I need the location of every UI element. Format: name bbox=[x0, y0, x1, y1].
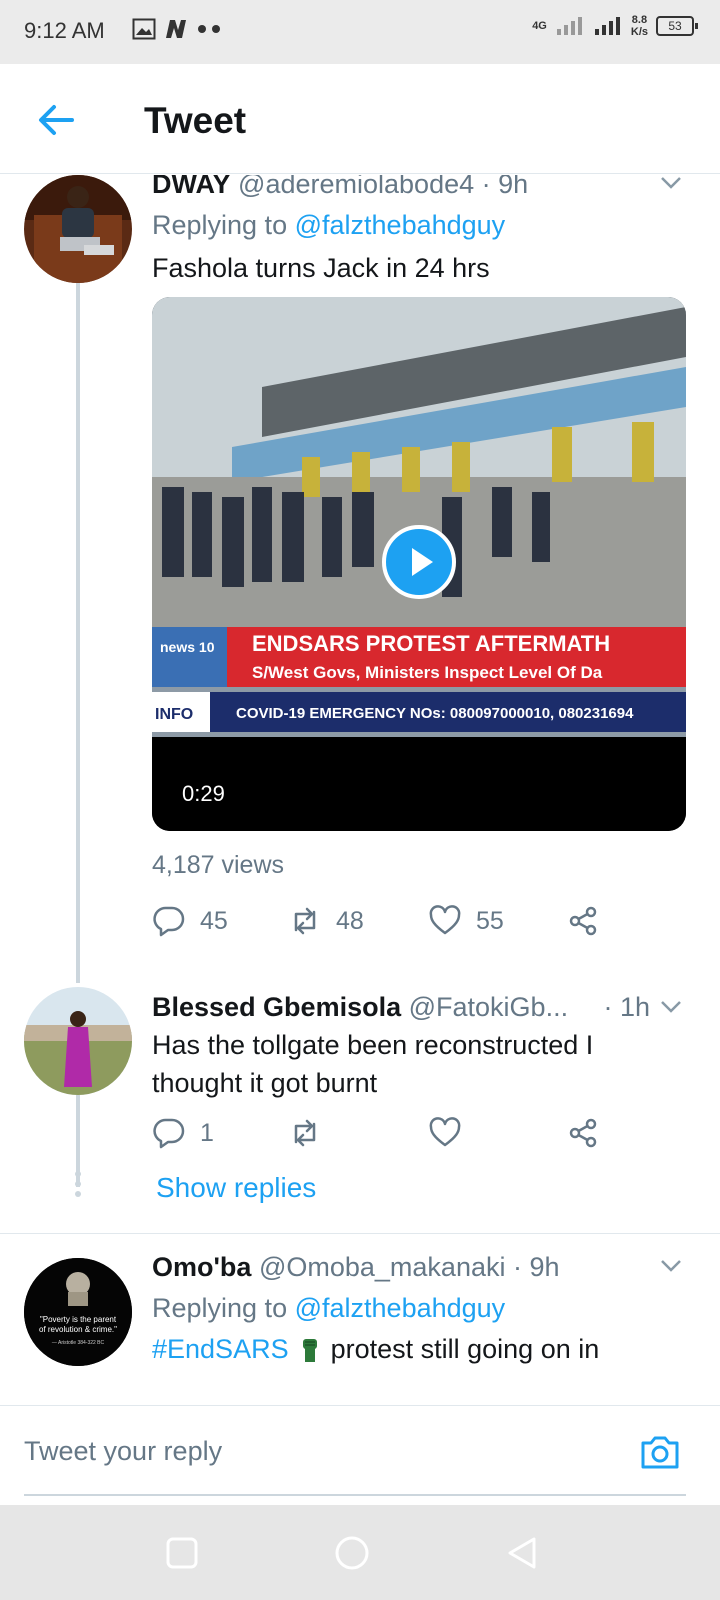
status-notification-icons bbox=[132, 18, 222, 40]
camera-icon[interactable] bbox=[638, 1430, 682, 1474]
display-name[interactable]: Blessed Gbemisola bbox=[152, 992, 401, 1022]
share-icon bbox=[569, 1118, 597, 1148]
tweet-blessed[interactable]: Blessed Gbemisola @FatokiGb... · 1h Has … bbox=[0, 987, 720, 1232]
image-icon bbox=[132, 18, 156, 40]
reply-input[interactable]: Tweet your reply bbox=[24, 1436, 222, 1467]
avatar-attribution: — Aristotle 384-322 BC bbox=[52, 1340, 105, 1346]
retweet-button[interactable] bbox=[288, 1116, 336, 1150]
share-button[interactable] bbox=[566, 1116, 600, 1150]
user-handle[interactable]: @aderemiolabode4 bbox=[238, 175, 474, 199]
reply-count: 45 bbox=[200, 906, 228, 935]
ticker-label: INFO bbox=[155, 706, 193, 723]
display-name[interactable]: DWAY bbox=[152, 175, 231, 199]
replying-to-handle[interactable]: @falzthebahdguy bbox=[295, 210, 506, 240]
video-player[interactable]: news 10 ENDSARS PROTEST AFTERMATH S/West… bbox=[152, 297, 686, 831]
avatar-quote: "Poverty is the parent of revolution & cr… bbox=[39, 1315, 117, 1334]
ticker-text: COVID-19 EMERGENCY NOs: 080097000010, 08… bbox=[236, 705, 634, 722]
tweet-text: Fashola turns Jack in 24 hrs bbox=[152, 253, 490, 283]
home-icon[interactable] bbox=[334, 1535, 370, 1571]
recent-apps-icon[interactable] bbox=[164, 1535, 200, 1571]
replying-label: Replying to bbox=[152, 210, 288, 240]
replying-to: Replying to @falzthebahdguy bbox=[152, 1288, 690, 1328]
heart-icon bbox=[429, 905, 461, 935]
divider bbox=[0, 1233, 720, 1234]
like-button[interactable] bbox=[428, 1116, 476, 1150]
tweet-actions: 1 bbox=[152, 1113, 622, 1153]
banner-subtitle: S/West Govs, Ministers Inspect Level Of … bbox=[252, 663, 603, 682]
replying-to-handle[interactable]: @falzthebahdguy bbox=[295, 1293, 506, 1323]
view-count: 4,187 views bbox=[152, 851, 285, 879]
tweet-header: Blessed Gbemisola @FatokiGb... · 1h bbox=[152, 990, 690, 1024]
status-time: 9:12 AM bbox=[24, 18, 105, 43]
page-title: Tweet bbox=[144, 100, 247, 141]
reply-count: 1 bbox=[200, 1118, 214, 1147]
system-nav-bar bbox=[0, 1505, 720, 1600]
tweet-thread[interactable]: DWAY @aderemiolabode4 · 9h Replying to @… bbox=[0, 175, 720, 1405]
replying-to: Replying to @falzthebahdguy bbox=[152, 205, 690, 245]
tweet-header: DWAY @aderemiolabode4 · 9h bbox=[152, 175, 690, 201]
reply-composer: Tweet your reply bbox=[0, 1405, 720, 1496]
reply-bubble-icon bbox=[153, 906, 185, 937]
tweet-text: Has the tollgate been reconstructed I th… bbox=[152, 1030, 594, 1098]
show-replies-link[interactable]: Show replies bbox=[156, 1172, 316, 1204]
news-logo: news 10 bbox=[160, 639, 215, 655]
reply-button[interactable]: 45 bbox=[152, 904, 228, 938]
network-speed: 8.8 K/s bbox=[631, 14, 648, 38]
tweet-time: · 9h bbox=[481, 175, 529, 199]
user-handle[interactable]: @FatokiGb... bbox=[409, 992, 568, 1022]
tweet-text: #EndSARS protest still going on in bbox=[152, 1330, 690, 1368]
network-type: 4G bbox=[532, 20, 547, 32]
retweet-button[interactable]: 48 bbox=[288, 904, 364, 938]
back-nav-icon[interactable] bbox=[504, 1535, 540, 1571]
share-button[interactable] bbox=[566, 904, 600, 938]
reply-underline bbox=[24, 1494, 686, 1496]
avatar[interactable] bbox=[24, 175, 132, 283]
signal-icon-2 bbox=[594, 17, 620, 35]
tweet-dway[interactable]: DWAY @aderemiolabode4 · 9h Replying to @… bbox=[0, 175, 720, 983]
replying-label: Replying to bbox=[152, 1293, 288, 1323]
like-button[interactable]: 55 bbox=[428, 904, 504, 938]
speed-value: 8.8 bbox=[631, 14, 648, 26]
banner-title: ENDSARS PROTEST AFTERMATH bbox=[252, 631, 610, 656]
reply-bubble-icon bbox=[153, 1118, 185, 1149]
play-icon bbox=[412, 548, 433, 576]
tweet-time: · 9h bbox=[513, 1252, 560, 1282]
chevron-down-icon[interactable] bbox=[658, 1252, 684, 1278]
display-name[interactable]: Omo'ba bbox=[152, 1252, 251, 1282]
more-dots-icon bbox=[198, 25, 220, 33]
thread-dots-icon bbox=[75, 1171, 81, 1197]
battery-indicator: 53 bbox=[656, 16, 698, 36]
play-button[interactable] bbox=[382, 525, 456, 599]
speed-unit: K/s bbox=[630, 26, 648, 38]
reply-button[interactable]: 1 bbox=[152, 1116, 214, 1150]
tweet-actions: 45 48 55 bbox=[152, 901, 622, 941]
retweet-count: 48 bbox=[336, 906, 364, 935]
like-count: 55 bbox=[476, 906, 504, 935]
status-right-icons: 4G 8.8 K/s 53 bbox=[532, 14, 698, 38]
user-handle[interactable]: @Omoba_makanaki bbox=[259, 1252, 506, 1282]
arrow-left-icon[interactable] bbox=[34, 98, 78, 142]
status-bar: 9:12 AM 4G 8.8 K/s 53 bbox=[0, 0, 720, 64]
video-duration: 0:29 bbox=[182, 781, 225, 806]
top-bar: Tweet bbox=[0, 64, 720, 174]
avatar[interactable]: "Poverty is the parent of revolution & cr… bbox=[24, 1258, 132, 1366]
signal-icon bbox=[556, 17, 582, 35]
thread-line bbox=[76, 283, 80, 983]
chevron-down-icon[interactable] bbox=[658, 175, 684, 195]
tweet-header: Omo'ba @Omoba_makanaki · 9h bbox=[152, 1250, 690, 1284]
retweet-icon bbox=[294, 1119, 316, 1147]
chevron-down-icon[interactable] bbox=[658, 993, 684, 1019]
heart-icon bbox=[429, 1117, 461, 1147]
n-app-icon bbox=[166, 20, 186, 38]
share-icon bbox=[569, 906, 597, 936]
tweet-omoba[interactable]: "Poverty is the parent of revolution & cr… bbox=[0, 1252, 720, 1405]
hashtag-link[interactable]: #EndSARS bbox=[152, 1330, 289, 1368]
raised-fist-icon bbox=[302, 1339, 317, 1362]
retweet-icon bbox=[294, 907, 316, 935]
avatar[interactable] bbox=[24, 987, 132, 1095]
tweet-text-body: protest still going on in bbox=[330, 1334, 600, 1364]
tweet-time: · 1h bbox=[603, 992, 650, 1022]
